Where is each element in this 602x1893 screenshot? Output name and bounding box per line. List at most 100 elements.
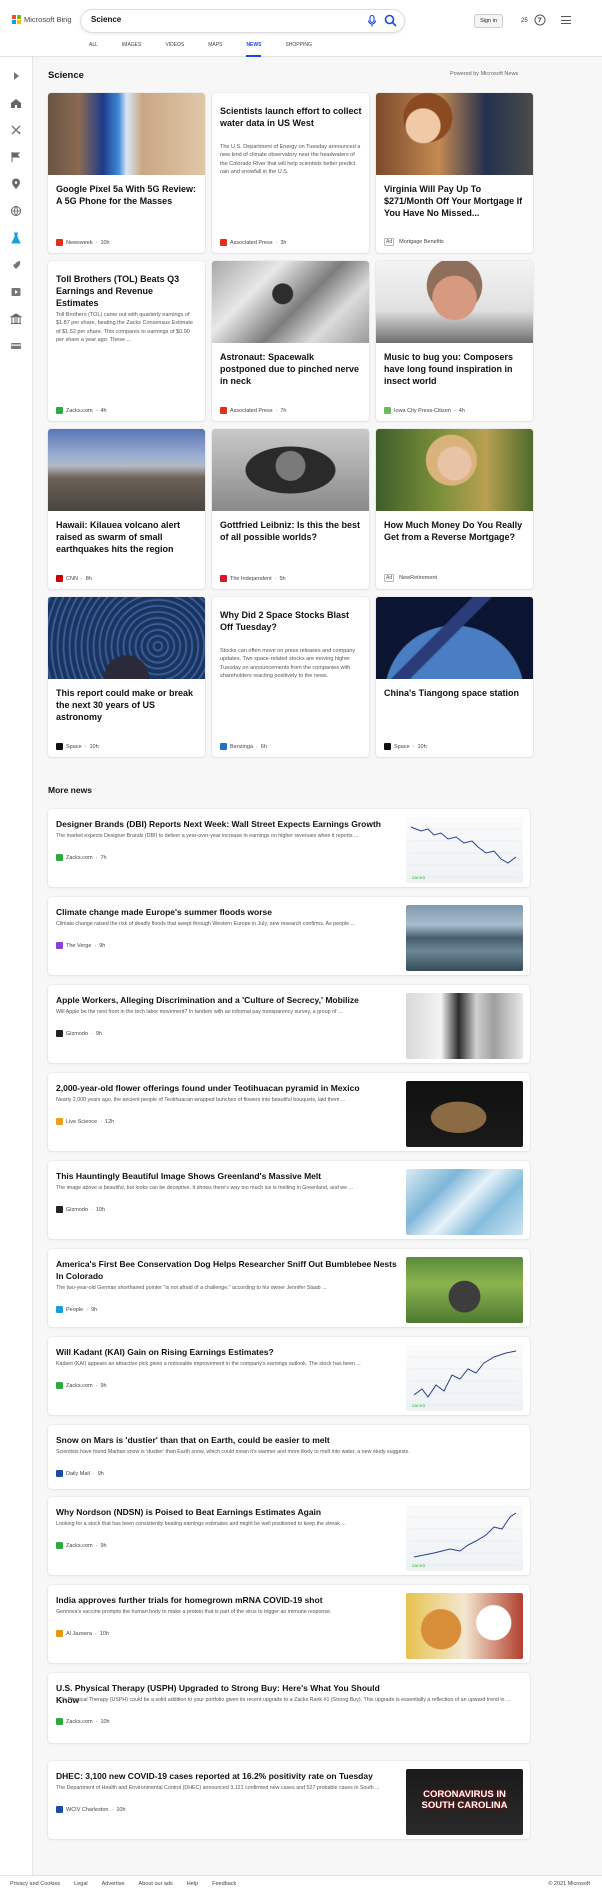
tab-news[interactable]: NEWS [246,42,262,57]
news-list-item[interactable]: America's First Bee Conservation Dog Hel… [48,1249,530,1327]
news-card[interactable]: Gottfried Leibniz: Is this the best of a… [212,429,369,589]
news-card[interactable]: Why Did 2 Space Stocks Blast Off Tuesday… [212,597,369,757]
tab-images[interactable]: IMAGES [122,42,141,57]
source-name[interactable]: Gizmodo [66,1207,88,1213]
news-title[interactable]: Why Nordson (NDSN) is Poised to Beat Ear… [56,1506,400,1518]
news-source[interactable]: Zacks.com · 9h [56,1382,107,1389]
source-name[interactable]: Newsweek [66,240,93,246]
news-card[interactable]: Music to bug you: Composers have long fo… [376,261,533,421]
news-title[interactable]: This Hauntingly Beautiful Image Shows Gr… [56,1170,400,1182]
news-list-item[interactable]: This Hauntingly Beautiful Image Shows Gr… [48,1161,530,1239]
flag-icon[interactable] [10,151,22,163]
sign-in-button[interactable]: Sign in [474,14,503,28]
source-name[interactable]: The Verge [66,943,91,949]
tab-videos[interactable]: VIDEOS [165,42,184,57]
news-thumbnail[interactable] [406,905,523,971]
news-title[interactable]: America's First Bee Conservation Dog Hel… [56,1258,400,1282]
rewards-points[interactable]: 25 [521,18,528,24]
sports-icon[interactable] [10,124,22,136]
source-name[interactable]: Zacks.com [66,855,93,861]
card-source[interactable]: CNN · 8h [56,575,92,582]
tab-maps[interactable]: MAPS [208,42,222,57]
bing-logo[interactable]: Microsoft Bing [12,15,72,24]
card-title[interactable]: Toll Brothers (TOL) Beats Q3 Earnings an… [56,273,198,309]
source-name[interactable]: WCIV Charleston [66,1807,109,1813]
news-card[interactable]: How Much Money Do You Really Get from a … [376,429,533,589]
source-name[interactable]: Associated Press [230,408,273,414]
card-image[interactable] [376,597,533,679]
card-title[interactable]: China's Tiangong space station [384,687,526,699]
news-source[interactable]: The Verge · 9h [56,942,105,949]
card-title[interactable]: Hawaii: Kilauea volcano alert raised as … [56,519,198,555]
source-name[interactable]: CNN [66,576,78,582]
footer-link[interactable]: About our ads [139,1881,173,1887]
source-name[interactable]: Zacks.com [66,1719,93,1725]
money-icon[interactable] [10,340,22,352]
news-list-item[interactable]: Climate change made Europe's summer floo… [48,897,530,975]
news-title[interactable]: Climate change made Europe's summer floo… [56,906,400,918]
card-source[interactable]: The Independent · 5h [220,575,286,582]
news-thumbnail[interactable]: ZACKS [406,1505,523,1571]
footer-link[interactable]: Legal [74,1881,87,1887]
source-name[interactable]: Live Science [66,1119,97,1125]
news-thumbnail[interactable] [406,1169,523,1235]
source-name[interactable]: The Independent [230,576,272,582]
news-list-item[interactable]: Will Kadant (KAI) Gain on Rising Earning… [48,1337,530,1415]
rewards-medal-icon[interactable] [534,13,546,27]
card-title[interactable]: Gottfried Leibniz: Is this the best of a… [220,519,362,543]
home-icon[interactable] [10,97,22,109]
news-thumbnail[interactable] [406,1257,523,1323]
source-name[interactable]: Zacks.com [66,1543,93,1549]
news-source[interactable]: Gizmodo · 10h [56,1206,105,1213]
card-title[interactable]: This report could make or break the next… [56,687,198,723]
news-title[interactable]: Apple Workers, Alleging Discrimination a… [56,994,400,1006]
news-title[interactable]: 2,000-year-old flower offerings found un… [56,1082,400,1094]
card-source[interactable]: Associated Press · 3h [220,239,286,246]
news-card[interactable]: Google Pixel 5a With 5G Review: A 5G Pho… [48,93,205,253]
footer-link[interactable]: Advertise [102,1881,125,1887]
footer-link[interactable]: Help [187,1881,198,1887]
news-source[interactable]: Zacks.com · 10h [56,1718,110,1725]
expand-icon[interactable] [10,70,22,82]
science-icon[interactable] [10,232,22,244]
news-card[interactable]: This report could make or break the next… [48,597,205,757]
news-list-item[interactable]: Apple Workers, Alleging Discrimination a… [48,985,530,1063]
source-name[interactable]: Al Jazeera [66,1631,92,1637]
source-name[interactable]: Daily Mail [66,1471,90,1477]
news-list-item[interactable]: Designer Brands (DBI) Reports Next Week:… [48,809,530,887]
card-title[interactable]: Virginia Will Pay Up To $271/Month Off Y… [384,183,526,219]
card-image[interactable] [212,261,369,343]
news-card[interactable]: Astronaut: Spacewalk postponed due to pi… [212,261,369,421]
news-list-item[interactable]: 2,000-year-old flower offerings found un… [48,1073,530,1151]
card-source[interactable]: Ad Mortgage Benefits [384,238,444,246]
search-input[interactable]: Science [81,10,404,32]
card-source[interactable]: Space · 10h [384,743,427,750]
location-icon[interactable] [10,178,22,190]
card-image[interactable] [48,597,205,679]
source-name[interactable]: Associated Press [230,240,273,246]
source-name[interactable]: Zacks.com [66,1383,93,1389]
tab-shopping[interactable]: SHOPPING [285,42,311,57]
news-card[interactable]: Scientists launch effort to collect wate… [212,93,369,253]
search-icon[interactable] [384,14,397,27]
card-title[interactable]: Google Pixel 5a With 5G Review: A 5G Pho… [56,183,198,207]
card-source[interactable]: Benzinga · 6h [220,743,267,750]
source-name[interactable]: Gizmodo [66,1031,88,1037]
news-source[interactable]: Zacks.com · 9h [56,1542,107,1549]
world-icon[interactable] [10,205,22,217]
news-source[interactable]: Al Jazeera · 10h [56,1630,109,1637]
news-title[interactable]: Will Kadant (KAI) Gain on Rising Earning… [56,1346,400,1358]
rocket-icon[interactable] [10,259,22,271]
card-title[interactable]: Why Did 2 Space Stocks Blast Off Tuesday… [220,609,362,633]
card-image[interactable] [376,93,533,175]
card-source[interactable]: Space · 10h [56,743,99,750]
news-title[interactable]: India approves further trials for homegr… [56,1594,400,1606]
news-thumbnail[interactable]: CORONAVIRUS IN SOUTH CAROLINA [406,1769,523,1835]
card-image[interactable] [48,93,205,175]
card-source[interactable]: Newsweek · 10h [56,239,110,246]
news-source[interactable]: Zacks.com · 7h [56,854,107,861]
source-name[interactable]: People [66,1307,83,1313]
source-name[interactable]: NewRetirement [399,575,437,581]
building-icon[interactable] [10,313,22,325]
card-title[interactable]: Music to bug you: Composers have long fo… [384,351,526,387]
